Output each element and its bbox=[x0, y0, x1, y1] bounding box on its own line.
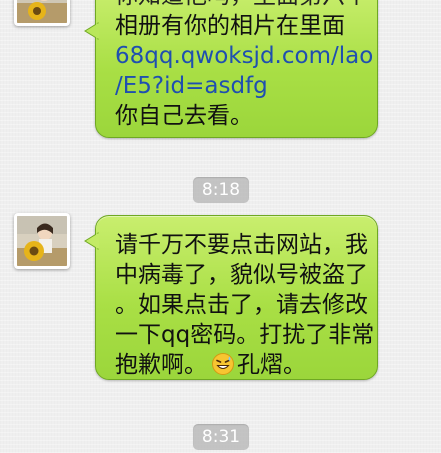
sender-avatar-image bbox=[17, 216, 67, 266]
message-line: 中病毒了，貌似号被盗了 bbox=[115, 262, 368, 288]
message-line: 相册有你的相片在里面 bbox=[115, 13, 345, 39]
message-line: 你知道他吗，里面第六个 bbox=[115, 0, 368, 11]
timestamp: 8:18 bbox=[193, 177, 249, 203]
message-bubble[interactable]: 你知道他吗，里面第六个 相册有你的相片在里面 68qq.qwoksjd.com/… bbox=[95, 0, 378, 138]
message-link[interactable]: 68qq.qwoksjd.com/lao bbox=[115, 41, 373, 71]
sender-avatar-image bbox=[17, 0, 67, 23]
grinning-sweat-face-icon bbox=[211, 352, 235, 376]
message-link[interactable]: /E5?id=asdfg bbox=[115, 71, 363, 101]
sender-avatar[interactable] bbox=[14, 0, 70, 26]
timestamp: 8:31 bbox=[193, 424, 249, 450]
sender-avatar[interactable] bbox=[14, 213, 70, 269]
message-line: 请千万不要点击网站，我 bbox=[115, 232, 368, 258]
bubble-tail-icon bbox=[84, 232, 99, 250]
message-text: 孔熠。 bbox=[237, 352, 306, 378]
message-bubble[interactable]: 请千万不要点击网站，我 中病毒了，貌似号被盗了 。如果点击了，请去修改 一下qq… bbox=[95, 215, 378, 380]
message-line-with-emoji: 抱歉啊。 孔熠。 bbox=[115, 350, 363, 380]
message-line: 你自己去看。 bbox=[115, 103, 253, 129]
bubble-tail-icon bbox=[84, 22, 99, 40]
message-text: 抱歉啊。 bbox=[115, 352, 207, 378]
message-line: 一下qq密码。打扰了非常 bbox=[115, 322, 375, 348]
message-line: 。如果点击了，请去修改 bbox=[115, 292, 368, 318]
